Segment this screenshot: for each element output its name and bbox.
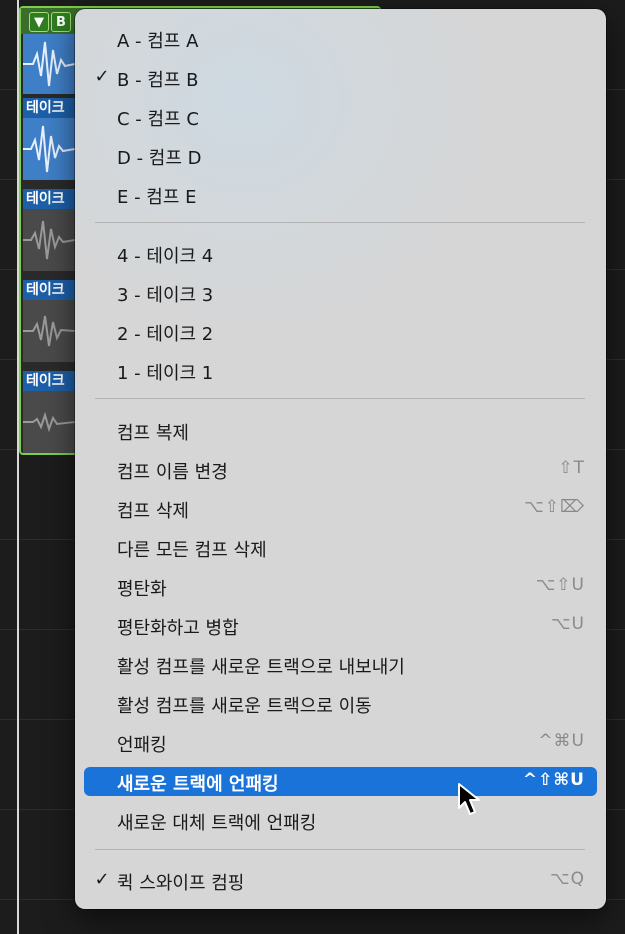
take-waveform (23, 118, 75, 180)
menu-item-comp-d[interactable]: D - 컴프 D (84, 141, 597, 170)
menu-item-unpack[interactable]: 언패킹 ^⌘U (84, 728, 597, 757)
menu-item-label: 3 - 테이크 3 (117, 285, 214, 306)
keyboard-shortcut: ⌥Q (550, 869, 585, 889)
checkmark-icon: ✓ (94, 66, 110, 87)
menu-item-export-active-comp[interactable]: 활성 컴프를 새로운 트랙으로 내보내기 (84, 650, 597, 679)
menu-separator (95, 222, 585, 223)
menu-item-label: 컴프 복제 (117, 423, 189, 444)
keyboard-shortcut: ⇧T (558, 458, 585, 478)
checkmark-icon: ✓ (94, 869, 110, 890)
menu-item-delete-comp[interactable]: 컴프 삭제 ⌥⇧⌦ (84, 494, 597, 523)
take-waveform (23, 300, 75, 362)
keyboard-shortcut: ⌥⇧U (535, 575, 585, 595)
take-label: 테이크 (23, 189, 75, 209)
take-waveform (23, 391, 75, 453)
take-label: 테이크 (23, 98, 75, 118)
menu-item-take-1[interactable]: 1 - 테이크 1 (84, 356, 597, 385)
mouse-pointer-icon (457, 782, 485, 818)
menu-item-label: 활성 컴프를 새로운 트랙으로 내보내기 (117, 657, 405, 678)
keyboard-shortcut: ⌥⇧⌦ (524, 497, 585, 517)
menu-item-label: 평탄화하고 병합 (117, 618, 239, 639)
comp-waveform (23, 34, 75, 94)
take-lane-4[interactable]: 테이크 (23, 98, 75, 186)
menu-item-take-3[interactable]: 3 - 테이크 3 (84, 278, 597, 307)
menu-item-label: 언패킹 (117, 735, 167, 756)
keyboard-shortcut: ⌥U (550, 614, 585, 634)
take-label: 테이크 (23, 371, 75, 391)
menu-separator (95, 849, 585, 850)
context-menu: A - 컴프 A ✓ B - 컴프 B C - 컴프 C D - 컴프 D E … (75, 9, 606, 909)
menu-item-take-2[interactable]: 2 - 테이크 2 (84, 317, 597, 346)
take-label: 테이크 (23, 280, 75, 300)
menu-item-label: A - 컴프 A (117, 31, 199, 52)
disclosure-triangle-button[interactable]: ▼ (29, 12, 49, 32)
menu-separator (95, 398, 585, 399)
menu-item-unpack-to-new-alternatives[interactable]: 새로운 대체 트랙에 언패킹 (84, 806, 597, 835)
comp-letter-badge[interactable]: B (51, 12, 71, 32)
menu-item-quick-swipe-comping[interactable]: ✓ 퀵 스와이프 컴핑 ⌥Q (84, 866, 597, 895)
menu-item-label: 4 - 테이크 4 (117, 246, 214, 267)
menu-item-rename-comp[interactable]: 컴프 이름 변경 ⇧T (84, 455, 597, 484)
take-lane-3[interactable]: 테이크 (23, 189, 75, 277)
menu-item-flatten[interactable]: 평탄화 ⌥⇧U (84, 572, 597, 601)
menu-item-label: C - 컴프 C (117, 109, 199, 130)
menu-item-label: 평탄화 (117, 579, 167, 600)
menu-item-flatten-and-merge[interactable]: 평탄화하고 병합 ⌥U (84, 611, 597, 640)
menu-item-comp-a[interactable]: A - 컴프 A (84, 24, 597, 53)
menu-item-label: B - 컴프 B (117, 70, 199, 91)
menu-item-delete-all-other-comps[interactable]: 다른 모든 컴프 삭제 (84, 533, 597, 562)
menu-item-comp-e[interactable]: E - 컴프 E (84, 180, 597, 209)
keyboard-shortcut: ^⇧⌘U (522, 770, 585, 790)
keyboard-shortcut: ^⌘U (538, 731, 585, 751)
menu-item-label: 새로운 트랙에 언패킹 (117, 774, 279, 795)
menu-item-comp-b[interactable]: ✓ B - 컴프 B (84, 63, 597, 92)
menu-item-label: 다른 모든 컴프 삭제 (117, 540, 267, 561)
menu-item-label: 1 - 테이크 1 (117, 363, 214, 384)
menu-item-label: 2 - 테이크 2 (117, 324, 214, 345)
menu-item-unpack-to-new-tracks[interactable]: 새로운 트랙에 언패킹 ^⇧⌘U (84, 767, 597, 796)
take-lane-2[interactable]: 테이크 (23, 280, 75, 368)
menu-item-take-4[interactable]: 4 - 테이크 4 (84, 239, 597, 268)
take-waveform (23, 209, 75, 271)
menu-item-label: 퀵 스와이프 컴핑 (117, 873, 245, 894)
menu-item-comp-c[interactable]: C - 컴프 C (84, 102, 597, 131)
menu-item-label: E - 컴프 E (117, 187, 197, 208)
menu-item-label: 활성 컴프를 새로운 트랙으로 이동 (117, 696, 372, 717)
menu-item-label: 새로운 대체 트랙에 언패킹 (117, 813, 317, 834)
menu-item-label: 컴프 삭제 (117, 501, 189, 522)
menu-item-label: 컴프 이름 변경 (117, 462, 228, 483)
menu-item-move-active-comp[interactable]: 활성 컴프를 새로운 트랙으로 이동 (84, 689, 597, 718)
menu-item-duplicate-comp[interactable]: 컴프 복제 (84, 416, 597, 445)
take-lane-1[interactable]: 테이크 (23, 371, 75, 459)
menu-item-label: D - 컴프 D (117, 148, 202, 169)
